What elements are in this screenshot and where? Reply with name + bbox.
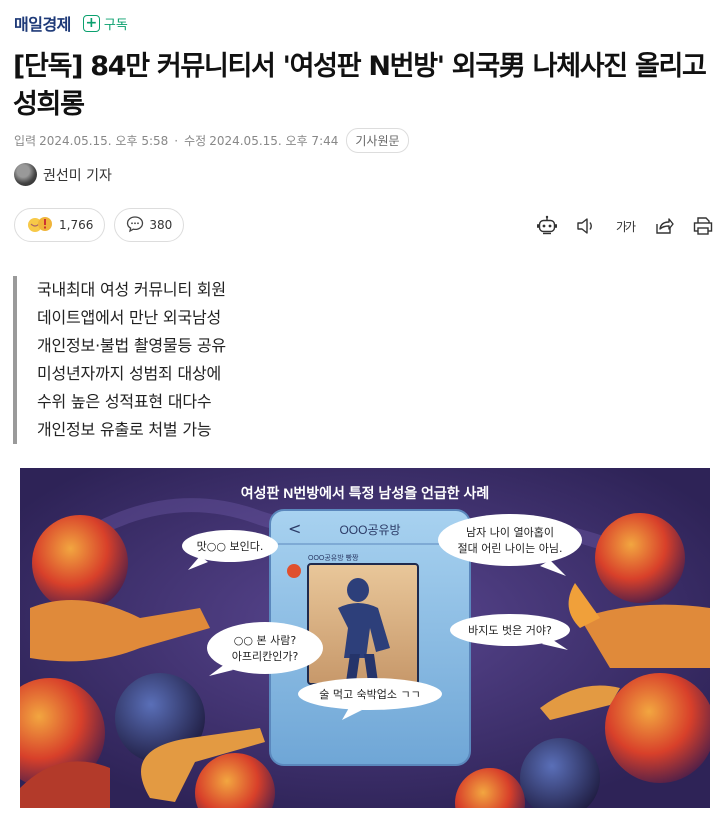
summary-line: 미성년자까지 성범죄 대상에 [37, 364, 222, 383]
article-summary: 국내최대 여성 커뮤니티 회원 데이트앱에서 만난 외국남성 개인정보·불법 촬… [13, 276, 226, 444]
bubble-text: 절대 어린 나이는 아님. [457, 542, 562, 555]
input-label: 입력 [14, 134, 37, 148]
input-time: 2024.05.15. 오후 5:58 [39, 134, 169, 148]
press-logo[interactable]: 매일경제 [14, 11, 71, 35]
summary-line: 수위 높은 성적표현 대다수 [37, 392, 212, 411]
meta-separator: · [174, 133, 179, 148]
like-count: 1,766 [59, 218, 94, 232]
article-illustration[interactable]: 여성판 N번방에서 특정 남성을 언급한 사례 < OOO공유방 OOO공유방 … [20, 468, 710, 808]
summary-line: 개인정보·불법 촬영물등 공유 [37, 336, 226, 355]
font-size-icon[interactable]: 가가 [613, 214, 637, 238]
chat-subtitle: OOO공유방 빵짱 [308, 553, 359, 562]
font-size-label: 가가 [615, 219, 636, 234]
speaker-icon[interactable] [574, 214, 598, 238]
subscribe-button[interactable]: + 구독 [82, 14, 128, 33]
origin-article-button[interactable]: 기사원문 [346, 128, 409, 153]
article-title: [단독] 84만 커뮤니티서 '여성판 N번방' 외국男 나체사진 올리고 성희… [13, 51, 707, 120]
print-icon[interactable] [691, 214, 715, 238]
reaction-emoji-icon [26, 214, 54, 237]
share-icon[interactable] [652, 214, 676, 238]
summary-line: 데이트앱에서 만난 외국남성 [37, 308, 222, 327]
bubble-text: 바지도 벗은 거야? [468, 624, 552, 637]
reaction-bar: 1,766 380 [14, 208, 193, 242]
comment-icon [126, 215, 144, 236]
chat-title: OOO공유방 [339, 523, 400, 537]
modified-time: 2024.05.15. 오후 7:44 [209, 134, 339, 148]
summary-line: 국내최대 여성 커뮤니티 회원 [37, 280, 226, 299]
press-header: 매일경제 + 구독 [14, 10, 128, 36]
reporter-name: 권선미 기자 [43, 167, 112, 184]
reporter[interactable]: 권선미 기자 [14, 163, 112, 186]
article-meta: 입력 2024.05.15. 오후 5:58 · 수정 2024.05.15. … [14, 128, 409, 153]
article-tools: 가가 [520, 214, 715, 238]
modified-label: 수정 [184, 134, 207, 148]
robot-summary-icon[interactable] [535, 214, 559, 238]
bubble-text: ○○ 본 사람? [234, 634, 297, 647]
subscribe-label: 구독 [103, 17, 128, 33]
bubble-text: 남자 나이 열아홉이 [466, 525, 554, 539]
bubble-text: 맛○○ 보인다. [197, 540, 264, 553]
comment-count: 380 [149, 218, 173, 232]
reporter-avatar [14, 163, 37, 186]
illustration-caption: 여성판 N번방에서 특정 남성을 언급한 사례 [241, 485, 490, 501]
summary-line: 개인정보 유출로 처벌 가능 [37, 420, 212, 439]
plus-icon: + [82, 14, 100, 32]
bubble-text: 아프리칸인가? [232, 650, 299, 663]
like-button[interactable]: 1,766 [14, 208, 106, 242]
svg-text:<: < [288, 519, 301, 538]
comment-button[interactable]: 380 [114, 208, 185, 242]
bubble-text: 술 먹고 숙박업소 ㄱㄱ [319, 688, 421, 701]
